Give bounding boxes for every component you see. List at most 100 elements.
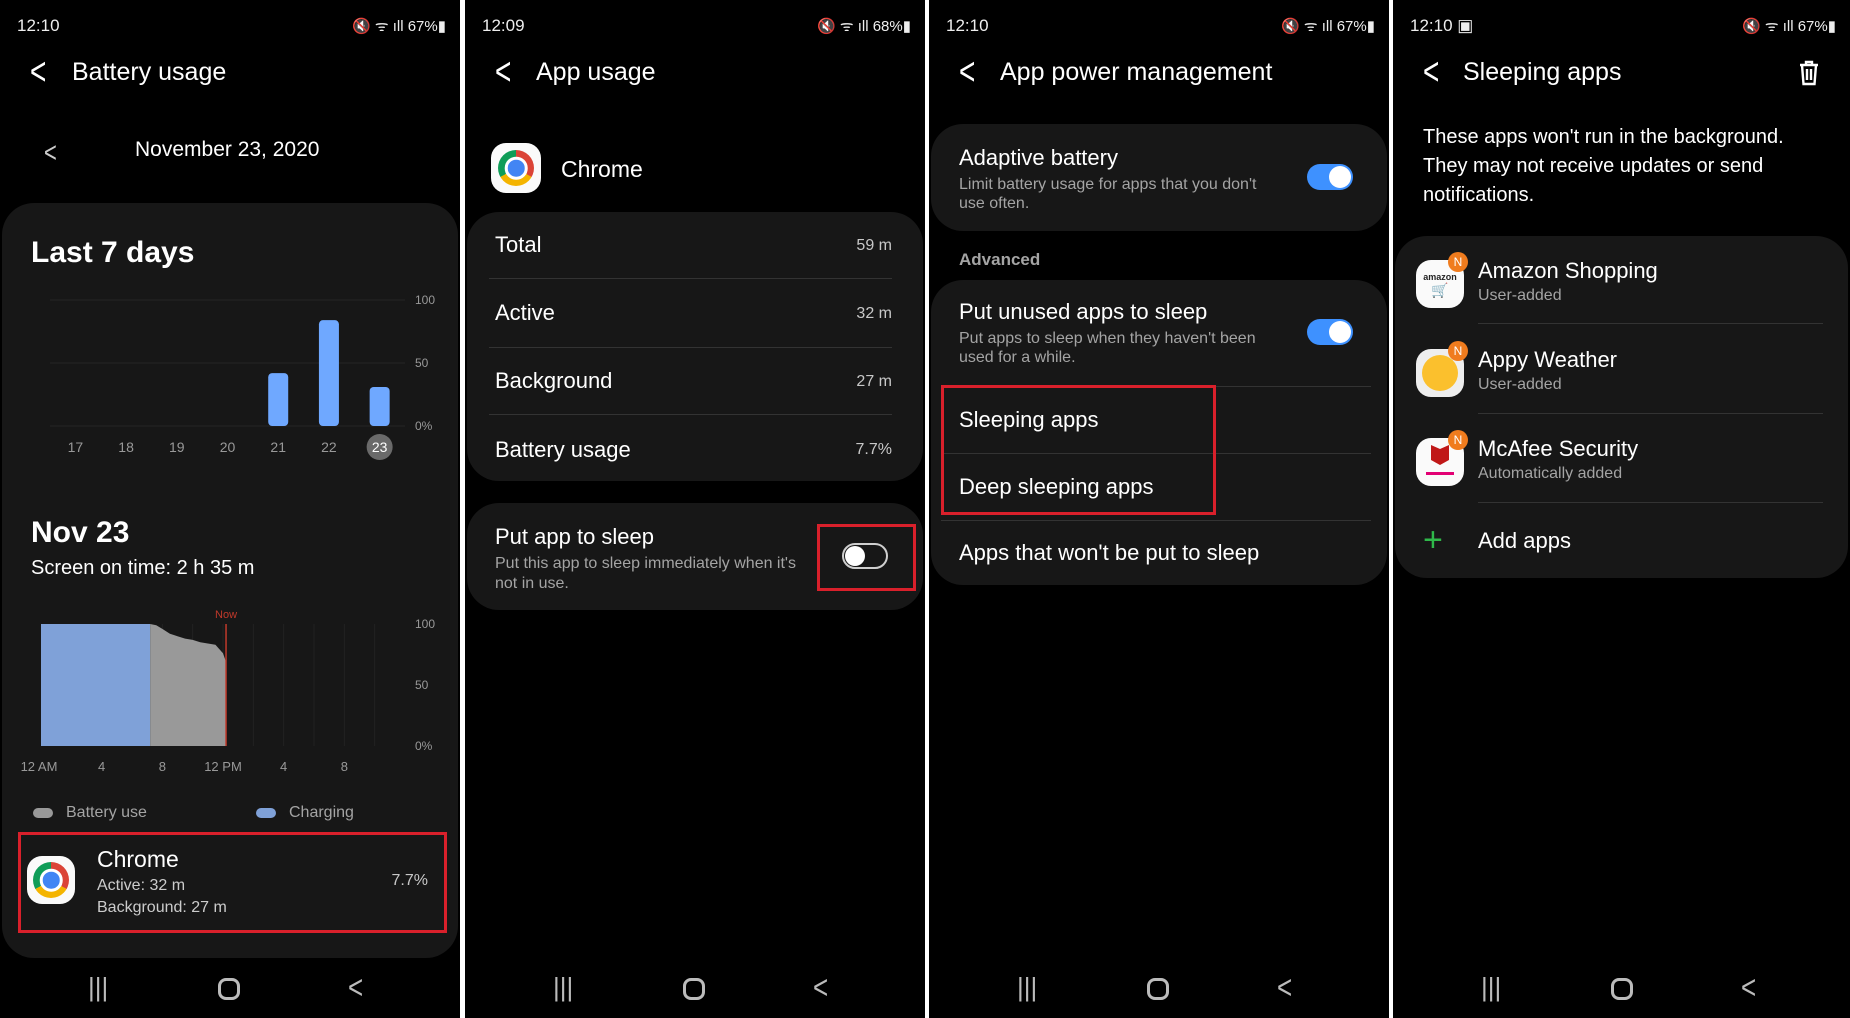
app-usage-screen: 12:09 🔇 ᯤ ıll 68%▮ < App usage Chrome To… [465,0,925,1018]
battery-level: 67% [407,18,438,35]
back-button[interactable]: < [495,50,511,95]
add-apps-label: Add apps [1478,528,1571,553]
home-button[interactable] [218,978,240,1000]
chrome-icon [498,150,534,186]
screen-on-time: Screen on time: 2 h 35 m [31,557,255,579]
highlight-box [941,385,1216,515]
row-battery-value: 7.7% [855,441,892,458]
nav-back-button[interactable]: < [813,967,828,1007]
nav-back-button[interactable]: < [1277,967,1292,1007]
y-tick-label: 0% [415,739,433,753]
adaptive-label: Adaptive battery [959,145,1118,170]
home-button[interactable] [1611,978,1633,1000]
legend-battery-use: Battery use [66,804,147,821]
never-sleeping-apps-item[interactable]: Apps that won't be put to sleep [959,540,1259,566]
status-time: 12:10 [946,16,989,35]
status-time: 12:10 [17,16,60,35]
unused-desc-2: used for a while. [959,349,1076,366]
app-name: Chrome [561,156,643,182]
back-button[interactable]: < [30,50,46,95]
x-tick-label: 17 [68,439,84,455]
unused-desc-1: Put apps to sleep when they haven't been [959,330,1256,347]
plus-icon: + [1423,521,1443,559]
x-tick-label: 21 [270,439,286,455]
now-label: Now [215,609,237,621]
adaptive-desc-2: use often. [959,195,1030,212]
back-button[interactable]: < [959,50,975,95]
x-tick-label: 12 AM [21,759,58,774]
adaptive-desc-1: Limit battery usage for apps that you do… [959,176,1257,193]
row-active-label: Active [495,300,555,325]
battery-level: 67% [1336,18,1367,35]
row-total-value: 59 m [856,237,892,254]
page-title: Battery usage [72,58,227,86]
x-tick-label: 8 [341,759,348,774]
new-badge: N [1448,252,1468,272]
x-tick-label: 18 [118,439,134,455]
highlight-box [18,832,447,933]
desc-line-1: These apps won't run in the background. [1423,126,1784,148]
new-badge: N [1448,341,1468,361]
sleep-desc-1: Put this app to sleep immediately when i… [495,555,796,572]
app-item-amazon[interactable]: amazon 🛒 N Amazon Shopping User-added [1393,250,1850,320]
recents-button[interactable]: ||| [1481,972,1501,1003]
status-icons: 🔇 ᯤ ıll 67%▮ [1280,18,1375,35]
nav-back-button[interactable]: < [348,967,363,1007]
y-tick-label: 100 [415,293,435,307]
status-icons: 🔇 ᯤ ıll 67%▮ [1741,18,1836,35]
app-power-management-screen: 12:10 🔇 ᯤ ıll 67%▮ < App power managemen… [929,0,1389,1018]
previous-date-button[interactable]: < [44,136,57,170]
day-title: Nov 23 [31,516,130,549]
bar-22 [318,320,339,426]
status-time: 12:09 [482,16,525,35]
home-button[interactable] [1147,978,1169,1000]
charging-area [41,624,151,746]
recents-button[interactable]: ||| [88,972,108,1003]
recents-button[interactable]: ||| [1017,972,1037,1003]
advanced-header: Advanced [959,250,1041,269]
battery-use-area [150,624,227,746]
app-name: McAfee Security [1478,436,1639,461]
y-tick-label: 100 [415,617,435,631]
back-button[interactable]: < [1423,50,1439,95]
bar-23 [369,386,390,426]
unused-toggle[interactable] [1307,319,1353,345]
y-tick-label: 50 [415,678,429,692]
time: 12:10 [1410,16,1453,35]
app-item-mcafee[interactable]: N McAfee Security Automatically added [1393,428,1850,498]
home-button[interactable] [683,978,705,1000]
sleep-desc-2: not in use. [495,575,569,592]
battery-use-swatch [33,808,53,818]
highlight-box [817,524,916,591]
x-tick-label: 23 [372,439,388,455]
status-icons: 🔇 ᯤ ıll 67%▮ [351,18,446,35]
recents-button[interactable]: ||| [553,972,573,1003]
adaptive-toggle[interactable] [1307,164,1353,190]
bar-21 [268,373,289,426]
row-battery-label: Battery usage [495,437,631,462]
x-tick-label: 19 [169,439,185,455]
y-tick-label: 0% [415,419,433,433]
add-apps-button[interactable]: + Add apps [1393,520,1850,570]
page-title: Sleeping apps [1463,58,1622,86]
week-title: Last 7 days [31,236,195,269]
sleeping-apps-screen: 12:10 ▣ 🔇 ᯤ ıll 67%▮ < Sleeping apps The… [1393,0,1850,1018]
page-title: App power management [1000,58,1273,86]
week-bar-chart: 100 50 0% 17 18 19 20 21 22 23 [50,293,435,460]
row-active-value: 32 m [856,305,892,322]
row-background-label: Background [495,368,613,393]
row-total-label: Total [495,232,542,257]
charging-swatch [256,808,276,818]
trash-icon[interactable] [1798,60,1820,86]
app-sub: User-added [1478,376,1562,393]
app-sub: Automatically added [1478,465,1623,482]
x-tick-label: 12 PM [204,759,242,774]
new-badge: N [1448,430,1468,450]
app-item-appy-weather[interactable]: N Appy Weather User-added [1393,339,1850,409]
nav-back-button[interactable]: < [1741,967,1756,1007]
app-name: Amazon Shopping [1478,258,1658,283]
app-sub: User-added [1478,287,1562,304]
status-time: 12:10 ▣ [1410,16,1474,35]
battery-usage-screen: 12:10 🔇 ᯤ ıll 67%▮ < Battery usage < Nov… [0,0,460,1018]
date-label: November 23, 2020 [135,138,320,161]
